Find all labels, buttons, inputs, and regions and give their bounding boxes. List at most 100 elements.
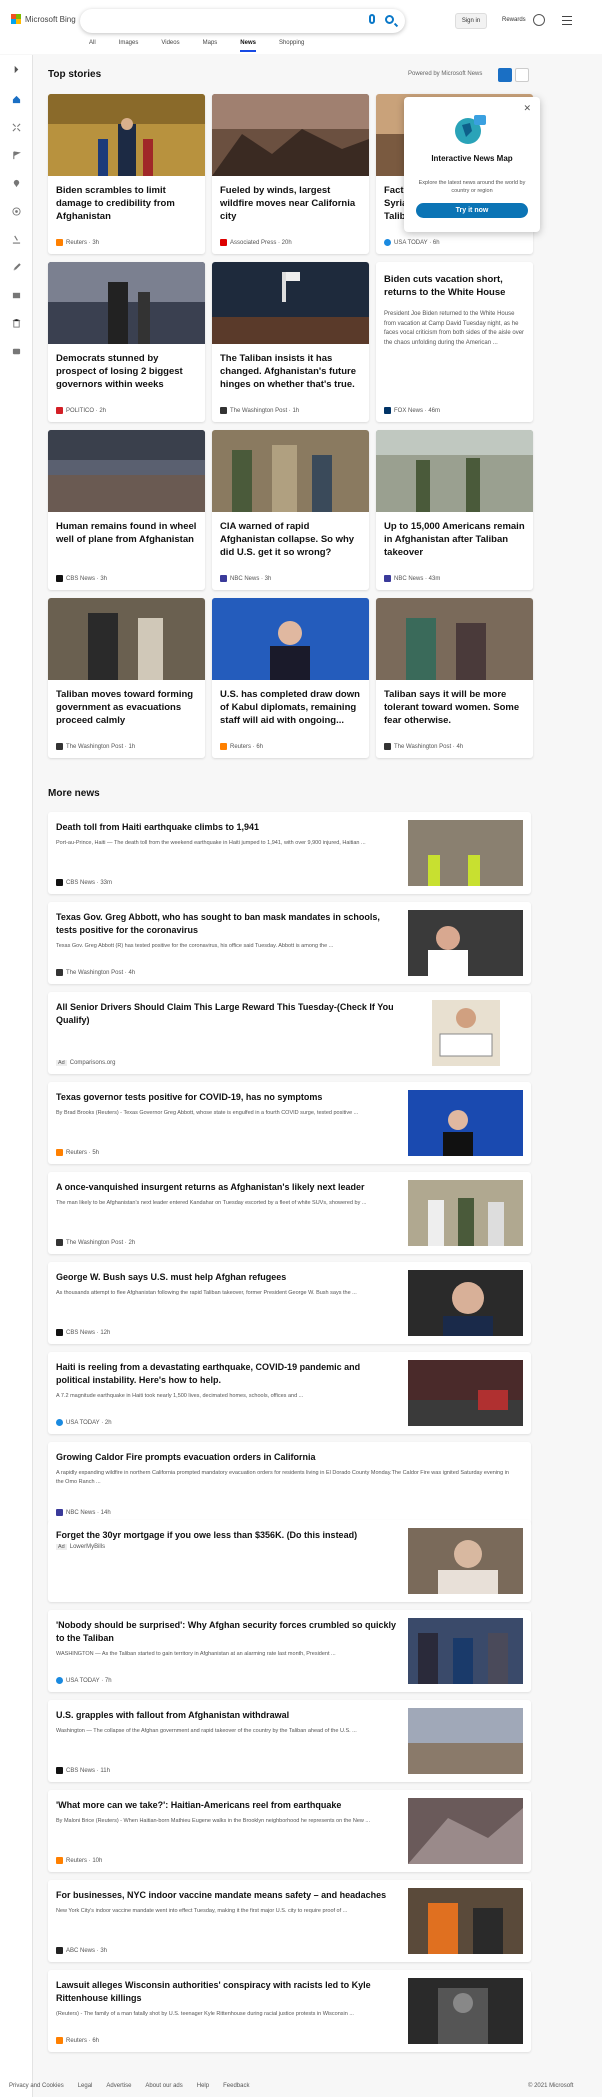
card-icon[interactable] <box>12 347 21 356</box>
bing-logo[interactable]: Microsoft Bing <box>11 14 76 24</box>
story-card[interactable]: U.S. has completed draw down of Kabul di… <box>212 598 369 758</box>
footer-link-privacy[interactable]: Privacy and Cookies <box>9 2083 64 2089</box>
search-input[interactable] <box>80 9 405 33</box>
story-headline[interactable]: Fueled by winds, largest wildfire moves … <box>220 184 362 223</box>
news-title[interactable]: George W. Bush says U.S. must help Afgha… <box>56 1271 396 1284</box>
news-list-item[interactable]: George W. Bush says U.S. must help Afgha… <box>48 1262 531 1344</box>
news-title[interactable]: 'Nobody should be surprised': Why Afghan… <box>56 1619 396 1644</box>
news-title[interactable]: All Senior Drivers Should Claim This Lar… <box>56 1001 396 1026</box>
story-card[interactable]: The Taliban insists it has changed. Afgh… <box>212 262 369 422</box>
tab-news[interactable]: News <box>240 40 256 52</box>
copyright-text: © 2021 Microsoft <box>528 2083 574 2089</box>
footer-link-feedback[interactable]: Feedback <box>223 2083 249 2089</box>
story-card[interactable]: CIA warned of rapid Afghanistan collapse… <box>212 430 369 590</box>
story-headline[interactable]: Biden scrambles to limit damage to credi… <box>56 184 198 223</box>
story-headline[interactable]: Human remains found in wheel well of pla… <box>56 520 198 546</box>
film-icon[interactable] <box>12 291 21 300</box>
news-list-item[interactable]: Haiti is reeling from a devastating eart… <box>48 1352 531 1434</box>
location-pin-icon[interactable] <box>12 179 21 188</box>
news-title[interactable]: Death toll from Haiti earthquake climbs … <box>56 821 396 834</box>
home-icon[interactable] <box>12 95 21 104</box>
news-title[interactable]: For businesses, NYC indoor vaccine manda… <box>56 1889 396 1902</box>
news-title[interactable]: U.S. grapples with fallout from Afghanis… <box>56 1709 396 1722</box>
expand-chevron-icon[interactable] <box>12 65 21 74</box>
story-card[interactable]: Taliban says it will be more tolerant to… <box>376 598 533 758</box>
tab-images[interactable]: Images <box>119 40 139 52</box>
news-snippet: WASHINGTON — As the Taliban started to g… <box>56 1651 336 1657</box>
shrink-arrows-icon[interactable] <box>12 123 21 132</box>
news-list-item[interactable]: Death toll from Haiti earthquake climbs … <box>48 812 531 894</box>
news-list-item[interactable]: All Senior Drivers Should Claim This Lar… <box>48 992 531 1074</box>
sign-in-button[interactable]: Sign in <box>455 13 487 29</box>
story-card[interactable]: Biden scrambles to limit damage to credi… <box>48 94 205 254</box>
news-map-icon <box>455 115 486 144</box>
top-header: Microsoft Bing Sign in Rewards All Image… <box>0 0 602 54</box>
news-title[interactable]: Growing Caldor Fire prompts evacuation o… <box>56 1451 396 1464</box>
news-title[interactable]: A once-vanquished insurgent returns as A… <box>56 1181 396 1194</box>
cbs-news-logo-icon <box>56 1329 63 1336</box>
story-card[interactable]: Up to 15,000 Americans remain in Afghani… <box>376 430 533 590</box>
news-list-item[interactable]: Texas Gov. Greg Abbott, who has sought t… <box>48 902 531 984</box>
news-list-item[interactable]: For businesses, NYC indoor vaccine manda… <box>48 1880 531 1962</box>
news-list-item[interactable]: U.S. grapples with fallout from Afghanis… <box>48 1700 531 1782</box>
story-card[interactable]: Human remains found in wheel well of pla… <box>48 430 205 590</box>
rocket-icon[interactable] <box>12 263 21 272</box>
try-it-now-button[interactable]: Try it now <box>416 203 528 218</box>
tab-videos[interactable]: Videos <box>161 40 179 52</box>
news-image <box>408 1180 523 1246</box>
news-list-item[interactable]: Growing Caldor Fire prompts evacuation o… <box>48 1442 531 1524</box>
news-source: Reuters · 6h <box>56 2037 99 2044</box>
news-list-item[interactable]: 'Nobody should be surprised': Why Afghan… <box>48 1610 531 1692</box>
search-icon[interactable] <box>385 15 394 24</box>
story-headline[interactable]: Taliban moves toward forming government … <box>56 688 198 727</box>
news-title[interactable]: Forget the 30yr mortgage if you owe less… <box>56 1529 396 1542</box>
footer-link-about-ads[interactable]: About our ads <box>145 2083 182 2089</box>
story-card[interactable]: Biden cuts vacation short, returns to th… <box>376 262 533 422</box>
microscope-icon[interactable] <box>12 235 21 244</box>
hamburger-menu-icon[interactable] <box>562 16 572 25</box>
cbs-news-logo-icon <box>56 1767 63 1774</box>
tab-shopping[interactable]: Shopping <box>279 40 304 52</box>
news-title[interactable]: Lawsuit alleges Wisconsin authorities' c… <box>56 1979 396 2004</box>
footer-link-help[interactable]: Help <box>197 2083 209 2089</box>
news-list-item[interactable]: Texas governor tests positive for COVID-… <box>48 1082 531 1164</box>
story-card[interactable]: Fueled by winds, largest wildfire moves … <box>212 94 369 254</box>
story-headline[interactable]: CIA warned of rapid Afghanistan collapse… <box>220 520 362 559</box>
story-headline[interactable]: U.S. has completed draw down of Kabul di… <box>220 688 362 727</box>
tab-maps[interactable]: Maps <box>203 40 218 52</box>
news-source: NBC News · 14h <box>56 1509 111 1516</box>
grid-view-button[interactable] <box>498 68 512 82</box>
rewards-link[interactable]: Rewards <box>502 17 526 23</box>
news-title[interactable]: Texas Gov. Greg Abbott, who has sought t… <box>56 911 396 936</box>
powered-by-label: Powered by Microsoft News <box>408 71 483 77</box>
story-headline[interactable]: Taliban says it will be more tolerant to… <box>384 688 526 727</box>
news-source: The Washington Post · 4h <box>56 969 135 976</box>
footer-link-legal[interactable]: Legal <box>78 2083 93 2089</box>
story-headline[interactable]: The Taliban insists it has changed. Afgh… <box>220 352 362 391</box>
news-title[interactable]: Texas governor tests positive for COVID-… <box>56 1091 396 1104</box>
news-list-item[interactable]: A once-vanquished insurgent returns as A… <box>48 1172 531 1254</box>
map-view-button[interactable] <box>515 68 529 82</box>
news-title[interactable]: 'What more can we take?': Haitian-Americ… <box>56 1799 396 1812</box>
tab-all[interactable]: All <box>89 40 96 52</box>
news-image <box>408 1270 523 1336</box>
news-list-item[interactable]: Forget the 30yr mortgage if you owe less… <box>48 1520 531 1602</box>
building-icon[interactable] <box>12 319 21 328</box>
story-card[interactable]: Taliban moves toward forming government … <box>48 598 205 758</box>
washington-post-logo-icon <box>56 1239 63 1246</box>
close-icon[interactable]: ✕ <box>523 103 531 114</box>
news-title[interactable]: Haiti is reeling from a devastating eart… <box>56 1361 396 1386</box>
story-headline[interactable]: Up to 15,000 Americans remain in Afghani… <box>384 520 526 559</box>
story-card[interactable]: Democrats stunned by prospect of losing … <box>48 262 205 422</box>
globe-icon[interactable] <box>12 207 21 216</box>
usa-today-logo-icon <box>384 239 391 246</box>
story-headline[interactable]: Democrats stunned by prospect of losing … <box>56 352 198 391</box>
flag-icon[interactable] <box>12 151 21 160</box>
ad-badge: Ad <box>56 1060 67 1066</box>
footer-link-advertise[interactable]: Advertise <box>106 2083 131 2089</box>
microphone-icon[interactable] <box>369 14 375 24</box>
rewards-trophy-icon[interactable] <box>533 14 545 26</box>
story-headline[interactable]: Biden cuts vacation short, returns to th… <box>384 273 526 299</box>
news-list-item[interactable]: Lawsuit alleges Wisconsin authorities' c… <box>48 1970 531 2052</box>
news-list-item[interactable]: 'What more can we take?': Haitian-Americ… <box>48 1790 531 1872</box>
